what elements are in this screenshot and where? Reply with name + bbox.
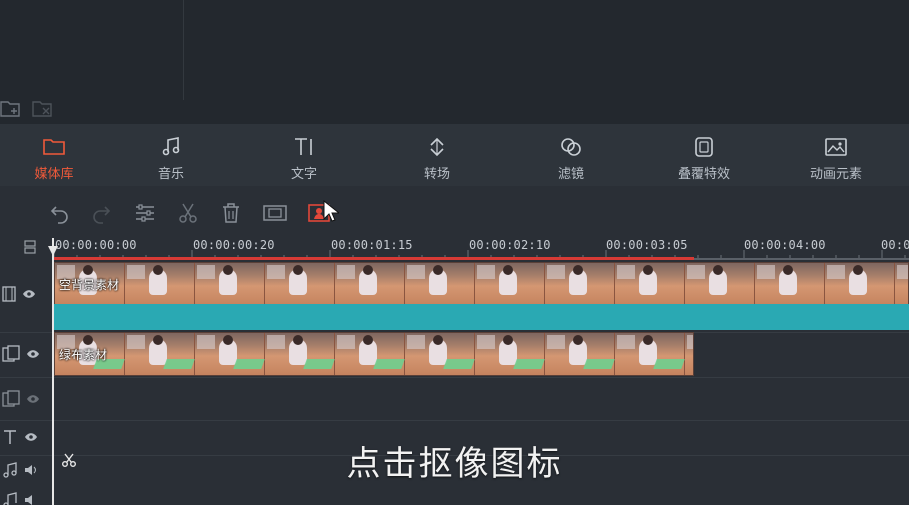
media-actions	[0, 98, 54, 120]
tab-label: 音乐	[157, 167, 184, 182]
video-track-2-header	[0, 345, 52, 363]
split-button[interactable]	[176, 201, 200, 225]
crop-button[interactable]	[263, 201, 287, 225]
scissors-icon	[179, 203, 197, 223]
library-tabs: 媒体库 音乐 文字 转场 滤镜 叠覆特效 动画元素	[0, 124, 909, 186]
eye-icon[interactable]	[22, 289, 36, 299]
thumbnail	[475, 263, 545, 305]
remove-folder-icon[interactable]	[32, 98, 54, 120]
track-separator	[0, 377, 909, 378]
tab-elements[interactable]: 动画元素	[786, 124, 886, 186]
thumbnail	[125, 263, 195, 305]
adjust-icon	[136, 204, 154, 222]
track-separator	[0, 420, 909, 421]
thumbnail	[685, 333, 693, 375]
panel-divider	[183, 0, 184, 100]
undo-button[interactable]	[48, 201, 72, 225]
timeline-toolbar	[0, 186, 909, 238]
clip-label: 绿布素材	[59, 348, 108, 362]
audio-track-2-header	[0, 492, 52, 505]
overlay-icon	[695, 137, 713, 157]
redo-icon	[93, 206, 111, 224]
transition-icon	[430, 137, 444, 157]
trash-icon	[223, 203, 239, 223]
eye-icon[interactable]	[26, 349, 40, 359]
thumbnail	[545, 333, 615, 375]
thumbnail	[895, 263, 908, 305]
video-editor: 媒体库 音乐 文字 转场 滤镜 叠覆特效 动画元素 00:00:00:00 00…	[0, 0, 909, 505]
filter-icon	[561, 138, 581, 156]
crop-icon	[263, 205, 287, 221]
eye-icon[interactable]	[26, 394, 40, 404]
tab-filter[interactable]: 滤镜	[521, 124, 621, 186]
undo-icon	[50, 206, 68, 224]
snap-icon[interactable]	[23, 240, 37, 254]
clip-label: 空背景素材	[59, 278, 120, 292]
tab-label: 动画元素	[809, 167, 862, 182]
thumbnail	[545, 263, 615, 305]
adjust-button[interactable]	[133, 201, 157, 225]
media-library-panel	[0, 0, 909, 124]
tab-music[interactable]: 音乐	[121, 124, 221, 186]
picture-in-picture-icon	[2, 345, 20, 362]
thumbnail	[265, 263, 335, 305]
new-folder-icon[interactable]	[0, 98, 22, 120]
music-note-icon	[162, 137, 180, 156]
video-clip-background[interactable]: 空背景素材	[54, 262, 909, 306]
thumbnail	[615, 333, 685, 375]
thumbnail	[615, 263, 685, 305]
video-track-1-header	[0, 286, 52, 302]
image-icon	[825, 138, 847, 156]
tab-media[interactable]: 媒体库	[4, 124, 104, 186]
thumbnail	[685, 263, 755, 305]
thumbnail	[265, 333, 335, 375]
thumbnail	[475, 333, 545, 375]
film-icon	[2, 286, 16, 302]
thumbnail	[335, 333, 405, 375]
thumbnail	[405, 333, 475, 375]
folder-icon	[43, 139, 65, 155]
mouse-cursor-icon	[323, 200, 339, 222]
redo-button[interactable]	[89, 201, 113, 225]
tab-label: 媒体库	[34, 167, 74, 182]
audio-waveform[interactable]	[54, 304, 909, 330]
tutorial-caption: 点击抠像图标	[346, 444, 563, 484]
text-icon	[295, 138, 312, 155]
tab-label: 滤镜	[557, 167, 584, 182]
tab-text[interactable]: 文字	[254, 124, 354, 186]
thumbnail	[335, 263, 405, 305]
thumbnail	[755, 263, 825, 305]
tab-transition[interactable]: 转场	[387, 124, 487, 186]
speaker-icon[interactable]	[24, 494, 38, 505]
video-clip-greenscreen[interactable]: 绿布素材	[54, 332, 694, 376]
thumbnail	[405, 263, 475, 305]
thumbnail	[195, 333, 265, 375]
picture-in-picture-icon	[2, 390, 20, 407]
tab-label: 叠覆特效	[677, 167, 730, 182]
tab-label: 转场	[423, 167, 450, 182]
thumbnail	[125, 333, 195, 375]
music-note-icon	[3, 492, 17, 505]
delete-button[interactable]	[219, 201, 243, 225]
tab-overlay[interactable]: 叠覆特效	[654, 124, 754, 186]
thumbnail	[825, 263, 895, 305]
clip-thumbnails	[55, 263, 908, 305]
video-track-3-header	[0, 390, 52, 408]
work-area-range	[54, 257, 694, 260]
clip-thumbnails	[55, 333, 693, 375]
thumbnail	[195, 263, 265, 305]
tab-label: 文字	[290, 167, 317, 182]
